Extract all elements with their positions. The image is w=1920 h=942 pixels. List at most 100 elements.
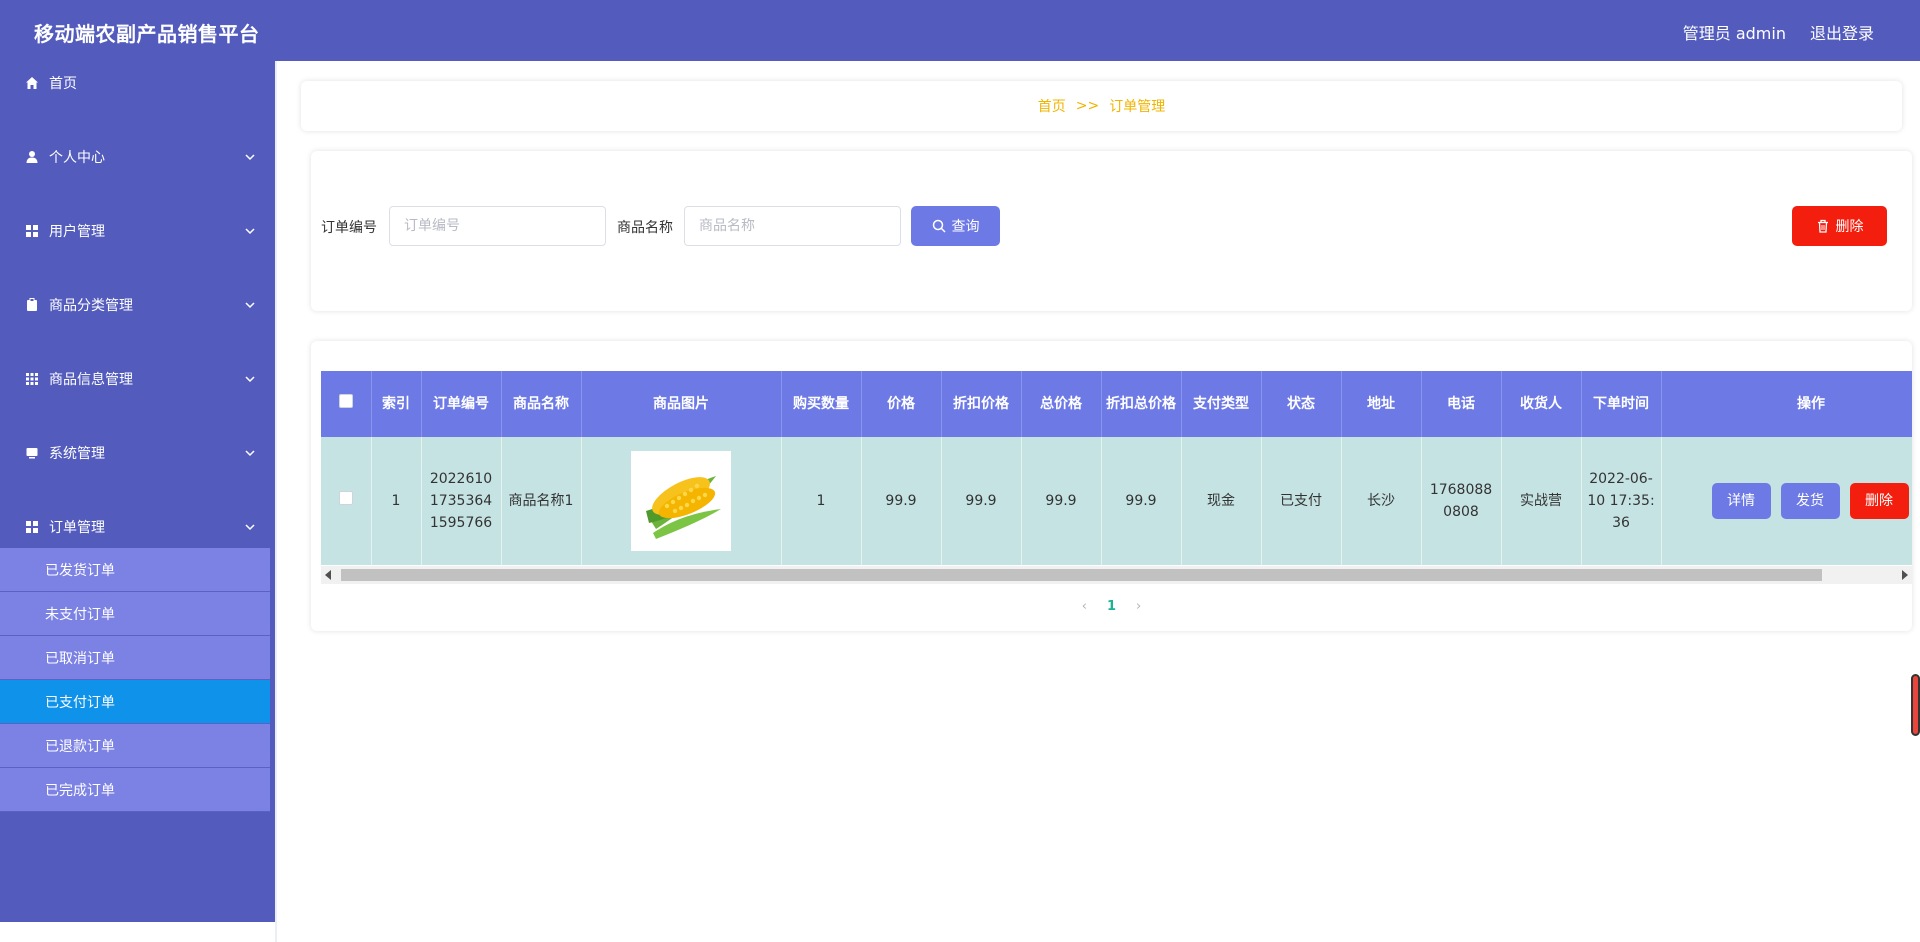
cell-payment-type: 现金 (1181, 437, 1262, 565)
main-content: 首页 >> 订单管理 订单编号 商品名称 查询 删除 索 (275, 61, 1920, 942)
column-header: 下单时间 (1581, 371, 1662, 437)
chevron-down-icon (245, 376, 255, 383)
row-checkbox[interactable] (338, 491, 353, 505)
column-header: 价格 (861, 371, 942, 437)
query-button[interactable]: 查询 (911, 206, 1000, 246)
cell-discount-price: 99.9 (941, 437, 1022, 565)
cell-discount-total: 99.9 (1101, 437, 1182, 565)
app-title: 移动端农副产品销售平台 (34, 22, 260, 46)
cell-total-price: 99.9 (1021, 437, 1102, 565)
sidebar-item-label: 系统管理 (49, 446, 105, 462)
sidebar-item-category[interactable]: 商品分类管理 (0, 285, 275, 325)
orders-table-panel: 索引 订单编号 商品名称 商品图片 购买数量 价格 折扣价格 总价格 折扣总价格… (311, 341, 1912, 631)
clipboard-icon (25, 298, 39, 312)
page-number[interactable]: 1 (1107, 599, 1116, 614)
sidebar-item-product-info[interactable]: 商品信息管理 (0, 359, 275, 399)
sidebar-item-system[interactable]: 系统管理 (0, 433, 275, 473)
submenu-shipped-orders[interactable]: 已发货订单 (0, 548, 270, 592)
submenu-refunded-orders[interactable]: 已退款订单 (0, 724, 270, 768)
logout-link[interactable]: 退出登录 (1810, 20, 1874, 44)
cell-address: 长沙 (1341, 437, 1422, 565)
cell-status: 已支付 (1261, 437, 1342, 565)
sidebar-item-orders[interactable]: 订单管理 (0, 507, 275, 547)
sidebar-item-label: 订单管理 (49, 520, 105, 536)
sidebar-item-label: 个人中心 (49, 150, 105, 166)
orders-table: 索引 订单编号 商品名称 商品图片 购买数量 价格 折扣价格 总价格 折扣总价格… (321, 371, 1912, 565)
sidebar-item-personal[interactable]: 个人中心 (0, 137, 275, 177)
cell-order-no: 202261017353641595766 (421, 437, 502, 565)
submenu-completed-orders[interactable]: 已完成订单 (0, 768, 270, 812)
trash-icon (1817, 219, 1828, 233)
product-name-input[interactable] (684, 206, 901, 246)
column-header: 购买数量 (781, 371, 862, 437)
order-no-label: 订单编号 (321, 220, 377, 236)
cell-product-name: 商品名称1 (501, 437, 582, 565)
breadcrumb-separator: >> (1075, 98, 1100, 114)
monitor-icon (25, 446, 39, 460)
row-delete-button[interactable]: 删除 (1849, 483, 1909, 519)
ship-button[interactable]: 发货 (1780, 483, 1840, 519)
scrollbar-thumb[interactable] (341, 569, 1822, 581)
column-header: 订单编号 (421, 371, 502, 437)
cell-product-image (581, 437, 782, 565)
breadcrumb-home[interactable]: 首页 (1038, 96, 1066, 116)
sidebar-item-label: 商品信息管理 (49, 372, 133, 388)
next-page-icon[interactable]: › (1136, 599, 1141, 614)
column-header: 折扣总价格 (1101, 371, 1182, 437)
column-header: 地址 (1341, 371, 1422, 437)
submenu-unpaid-orders[interactable]: 未支付订单 (0, 592, 270, 636)
home-icon (25, 76, 39, 90)
column-header: 商品图片 (581, 371, 782, 437)
submenu-cancelled-orders[interactable]: 已取消订单 (0, 636, 270, 680)
orders-table-scroll: 索引 订单编号 商品名称 商品图片 购买数量 价格 折扣价格 总价格 折扣总价格… (321, 371, 1912, 566)
sidebar-item-home[interactable]: 首页 (0, 63, 275, 103)
table-row: 1 202261017353641595766 商品名称1 1 99.9 99.… (321, 437, 1912, 565)
table-header-row: 索引 订单编号 商品名称 商品图片 购买数量 价格 折扣价格 总价格 折扣总价格… (321, 371, 1912, 437)
search-panel: 订单编号 商品名称 查询 删除 (311, 151, 1912, 311)
top-header: 移动端农副产品销售平台 管理员 admin 退出登录 (0, 0, 1920, 61)
product-name-label: 商品名称 (617, 220, 673, 236)
chevron-down-icon (245, 302, 255, 309)
sidebar-item-users[interactable]: 用户管理 (0, 211, 275, 251)
sidebar-item-label: 用户管理 (49, 224, 105, 240)
cell-index: 1 (371, 437, 422, 565)
search-icon (932, 219, 946, 233)
detail-button[interactable]: 详情 (1711, 483, 1771, 519)
column-header: 操作 (1661, 371, 1912, 437)
order-no-input[interactable] (389, 206, 606, 246)
header-user-area: 管理员 admin 退出登录 (1683, 20, 1874, 44)
scroll-left-icon[interactable] (325, 570, 331, 580)
cell-order-time: 2022-06-10 17:35:36 (1581, 437, 1662, 565)
submenu-paid-orders[interactable]: 已支付订单 (0, 680, 270, 724)
admin-user-label[interactable]: 管理员 admin (1683, 20, 1786, 44)
chevron-down-icon (245, 450, 255, 457)
corn-image (631, 451, 731, 551)
batch-delete-button[interactable]: 删除 (1792, 206, 1887, 246)
prev-page-icon[interactable]: ‹ (1082, 599, 1087, 614)
chevron-down-icon (245, 154, 255, 161)
breadcrumb: 首页 >> 订单管理 (301, 81, 1902, 131)
horizontal-scrollbar[interactable] (321, 566, 1912, 584)
chevron-down-icon (245, 228, 255, 235)
batch-delete-label: 删除 (1835, 219, 1864, 235)
cell-actions: 详情 发货 删除 (1661, 437, 1912, 565)
scroll-right-icon[interactable] (1902, 570, 1908, 580)
column-header: 折扣价格 (941, 371, 1022, 437)
select-all-checkbox[interactable] (338, 394, 353, 408)
column-header: 电话 (1421, 371, 1502, 437)
apps-icon (25, 372, 39, 386)
user-icon (25, 150, 39, 164)
column-header: 收货人 (1501, 371, 1582, 437)
chevron-down-icon (245, 524, 255, 531)
column-header: 状态 (1261, 371, 1342, 437)
column-header: 支付类型 (1181, 371, 1262, 437)
orders-submenu: 已发货订单 未支付订单 已取消订单 已支付订单 已退款订单 已完成订单 (0, 548, 270, 812)
sidebar-item-label: 首页 (49, 76, 77, 92)
column-header: 索引 (371, 371, 422, 437)
breadcrumb-current: 订单管理 (1109, 99, 1166, 115)
cell-phone: 17680880808 (1421, 437, 1502, 565)
column-header: 商品名称 (501, 371, 582, 437)
cell-quantity: 1 (781, 437, 862, 565)
select-all-cell (321, 371, 372, 437)
vertical-scroll-indicator[interactable] (1911, 674, 1920, 736)
